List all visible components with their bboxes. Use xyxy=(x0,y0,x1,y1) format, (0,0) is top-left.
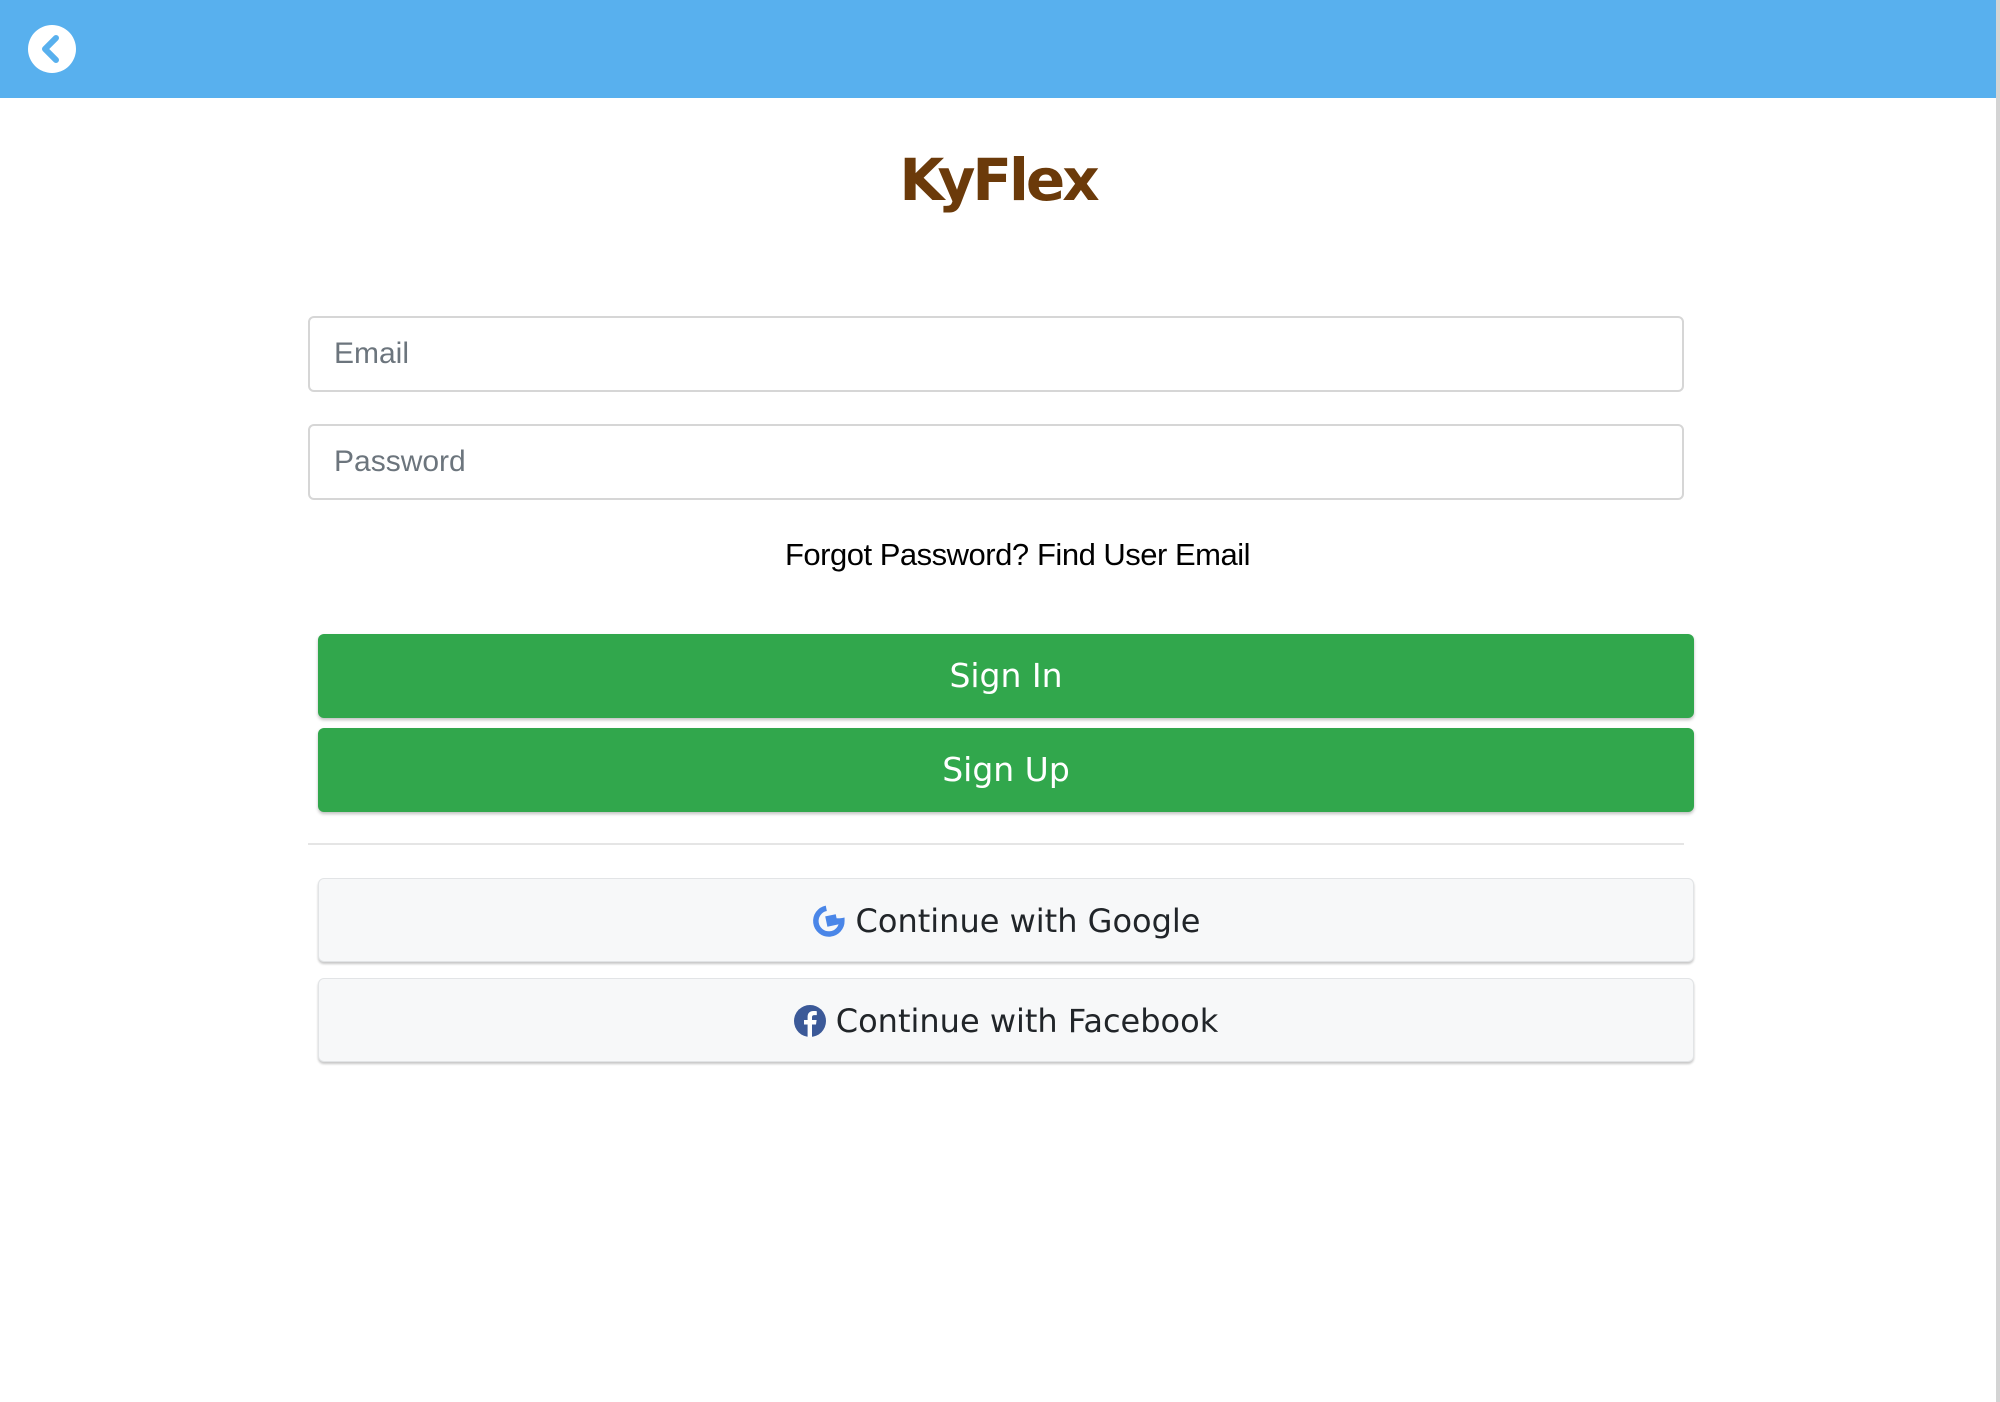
continue-with-facebook-button[interactable]: Continue with Facebook xyxy=(318,978,1694,1062)
divider xyxy=(308,843,1684,845)
facebook-icon xyxy=(793,1005,826,1037)
top-bar xyxy=(0,0,1996,98)
back-button[interactable] xyxy=(28,25,76,73)
password-field[interactable] xyxy=(308,424,1684,500)
find-user-email-link[interactable]: Find User Email xyxy=(1037,530,1251,580)
continue-with-google-button[interactable]: Continue with Google xyxy=(318,878,1694,962)
chevron-left-icon xyxy=(42,35,59,63)
sign-in-label: Sign In xyxy=(949,656,1063,695)
forgot-password-link[interactable]: Forgot Password? xyxy=(785,530,1029,580)
google-icon xyxy=(812,905,845,937)
email-field[interactable] xyxy=(308,316,1684,392)
google-button-label: Continue with Google xyxy=(855,902,1201,940)
app-title: KyFlex xyxy=(899,146,1099,214)
sign-in-button[interactable]: Sign In xyxy=(318,634,1694,718)
sign-up-label: Sign Up xyxy=(942,750,1070,789)
window-edge xyxy=(1996,0,2000,1402)
sign-up-button[interactable]: Sign Up xyxy=(318,728,1694,812)
facebook-button-label: Continue with Facebook xyxy=(835,1002,1219,1040)
account-links: Forgot Password? Find User Email xyxy=(0,530,1996,580)
